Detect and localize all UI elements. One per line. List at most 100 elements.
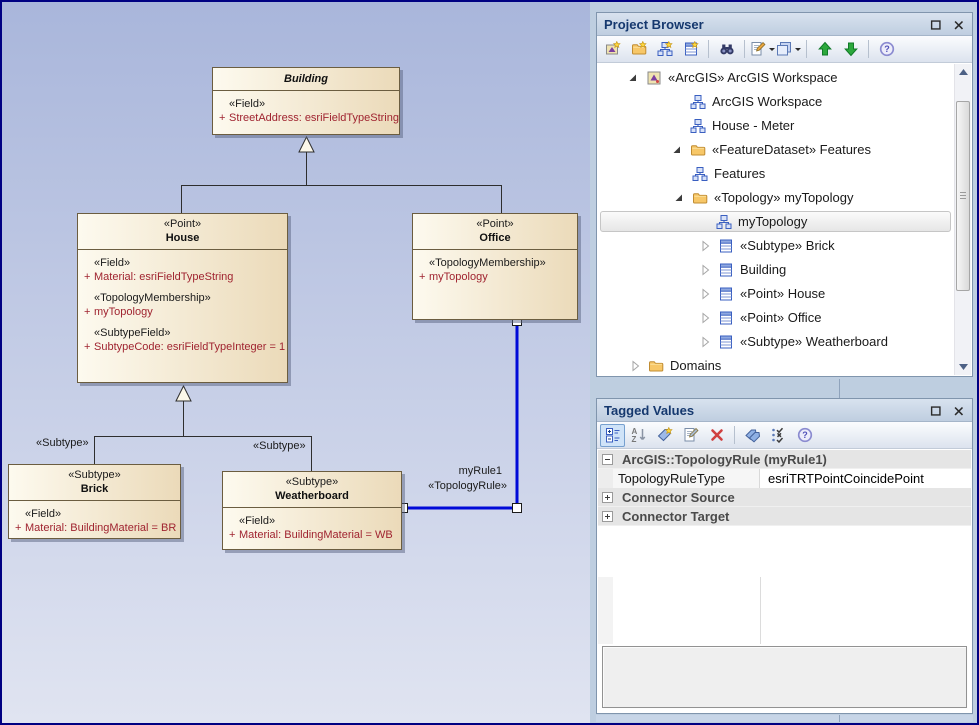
attribute-stereotype: «TopologyMembership»	[81, 291, 284, 305]
generalization-arrow-house	[176, 386, 191, 401]
visibility-marker: +	[81, 340, 94, 354]
find-in-browser-icon	[719, 41, 735, 57]
visibility-marker: +	[416, 270, 429, 284]
delete-tag-button[interactable]	[704, 424, 729, 447]
element-icon	[718, 310, 734, 326]
tree-item-building[interactable]: Building	[598, 258, 954, 282]
close-button[interactable]	[950, 402, 967, 419]
class-name: House	[80, 231, 285, 245]
new-model-button[interactable]	[600, 38, 625, 61]
tv-group-connector-target[interactable]: Connector Target	[598, 507, 971, 526]
class-house[interactable]: «Point» House «Field»+Material: esriFiel…	[77, 213, 288, 383]
tree-item-house-meter-diagram[interactable]: House - Meter	[598, 114, 954, 138]
new-diagram-button[interactable]	[652, 38, 677, 61]
tv-row-topologyruletype: TopologyRuleType esriTRTPointCoincidePoin…	[598, 469, 971, 488]
tv-group-label: Connector Target	[622, 507, 729, 526]
scroll-up-button[interactable]	[955, 64, 971, 80]
class-header: «Point» House	[78, 214, 287, 250]
dropdown-caret-icon[interactable]	[769, 48, 775, 54]
class-header: «Subtype» Weatherboard	[223, 472, 401, 508]
tree-item-label: House - Meter	[712, 114, 794, 138]
class-building[interactable]: Building «Field»+StreetAddress: esriFiel…	[212, 67, 400, 135]
attribute-stereotype: «TopologyMembership»	[416, 256, 574, 270]
move-down-button[interactable]	[838, 38, 863, 61]
tree-item-subtype-weatherboard[interactable]: «Subtype» Weatherboard	[598, 330, 954, 354]
toolbar-separator	[734, 426, 735, 444]
maximize-button[interactable]	[927, 402, 944, 419]
collapse-arrow-icon[interactable]	[698, 335, 712, 349]
toolbar-separator	[708, 40, 709, 58]
class-weatherboard[interactable]: «Subtype» Weatherboard «Field»+Material:…	[222, 471, 402, 550]
scrollbar[interactable]	[954, 64, 971, 375]
folder-icon	[692, 190, 708, 206]
project-browser-panel: Project Browser ? «ArcGIS» ArcGIS Worksp…	[596, 12, 973, 377]
tag-notes-box[interactable]	[602, 646, 967, 708]
tree-item-point-office[interactable]: «Point» Office	[598, 306, 954, 330]
tree-item-featuredataset-features[interactable]: «FeatureDataset» Features	[598, 138, 954, 162]
project-browser-toolbar: ?	[597, 36, 972, 63]
new-package-button[interactable]	[626, 38, 651, 61]
toolbar-separator	[868, 40, 869, 58]
tree-item-topology-mytopology[interactable]: «Topology» myTopology	[598, 186, 954, 210]
tree-item-label: «Point» House	[740, 282, 825, 306]
collapse-arrow-icon[interactable]	[698, 263, 712, 277]
collapse-box-icon[interactable]	[602, 454, 613, 465]
tagged-values-toolbar: AZ?	[597, 422, 972, 449]
tree-item-domains[interactable]: Domains	[598, 354, 954, 375]
class-brick[interactable]: «Subtype» Brick «Field»+Material: Buildi…	[8, 464, 181, 539]
tv-group-connector-source[interactable]: Connector Source	[598, 488, 971, 507]
collapse-arrow-icon[interactable]	[628, 359, 642, 373]
tree-item-features-diagram[interactable]: Features	[598, 162, 954, 186]
visibility-marker: +	[12, 521, 25, 535]
attribute-line: +Material: esriFieldTypeString	[81, 270, 284, 284]
maximize-button[interactable]	[927, 16, 944, 33]
collapse-arrow-icon[interactable]	[698, 311, 712, 325]
copy-stack-button[interactable]	[776, 38, 801, 61]
tag-states-button[interactable]	[766, 424, 791, 447]
status-strip-divider	[839, 715, 840, 722]
tree-item-subtype-brick[interactable]: «Subtype» Brick	[598, 234, 954, 258]
tree-item-mytopology-diagram[interactable]: myTopology	[598, 210, 954, 234]
expand-box-icon[interactable]	[602, 492, 613, 503]
tv-property-name: TopologyRuleType	[613, 469, 760, 488]
help-button[interactable]: ?	[874, 38, 899, 61]
tree-item-arcgis-workspace-package[interactable]: «ArcGIS» ArcGIS Workspace	[598, 66, 954, 90]
class-stereotype: «Point»	[415, 218, 575, 231]
edit-tag-button[interactable]	[678, 424, 703, 447]
panel-title: Tagged Values	[604, 403, 694, 418]
attribute-text: Material: BuildingMaterial = BR	[25, 521, 176, 535]
tree-item-point-house[interactable]: «Point» House	[598, 282, 954, 306]
expand-arrow-icon[interactable]	[670, 143, 684, 157]
tv-group-topologyrule[interactable]: ArcGIS::TopologyRule (myRule1)	[598, 450, 971, 469]
help-icon: ?	[797, 427, 813, 443]
collapse-arrow-icon[interactable]	[698, 239, 712, 253]
expand-box-icon[interactable]	[602, 511, 613, 522]
document-edit-button[interactable]	[750, 38, 775, 61]
expand-arrow-icon[interactable]	[672, 191, 686, 205]
close-button[interactable]	[950, 16, 967, 33]
tag-states-icon	[771, 427, 787, 443]
default-tags-button[interactable]	[740, 424, 765, 447]
sort-alpha-button[interactable]: AZ	[626, 424, 651, 447]
class-office[interactable]: «Point» Office «TopologyMembership»+myTo…	[412, 213, 578, 320]
panel-title-bar[interactable]: Project Browser	[597, 13, 972, 36]
tree-item-arcgis-workspace-diagram[interactable]: ArcGIS Workspace	[598, 90, 954, 114]
svg-text:?: ?	[802, 430, 808, 440]
categorized-view-button[interactable]	[600, 424, 625, 447]
panel-title-bar[interactable]: Tagged Values	[597, 399, 972, 422]
element-icon	[718, 262, 734, 278]
expand-arrow-icon[interactable]	[626, 71, 640, 85]
tv-property-value[interactable]: esriTRTPointCoincidePoint	[768, 469, 924, 488]
collapse-arrow-icon[interactable]	[698, 287, 712, 301]
new-element-button[interactable]	[678, 38, 703, 61]
move-up-button[interactable]	[812, 38, 837, 61]
scrollbar-thumb[interactable]	[956, 101, 970, 291]
dock-splitter[interactable]	[839, 379, 840, 398]
new-tag-button[interactable]	[652, 424, 677, 447]
dropdown-caret-icon[interactable]	[795, 48, 801, 54]
tv-group-label: Connector Source	[622, 488, 735, 507]
element-icon	[718, 238, 734, 254]
help-button[interactable]: ?	[792, 424, 817, 447]
find-in-browser-button[interactable]	[714, 38, 739, 61]
scroll-down-button[interactable]	[955, 359, 971, 375]
